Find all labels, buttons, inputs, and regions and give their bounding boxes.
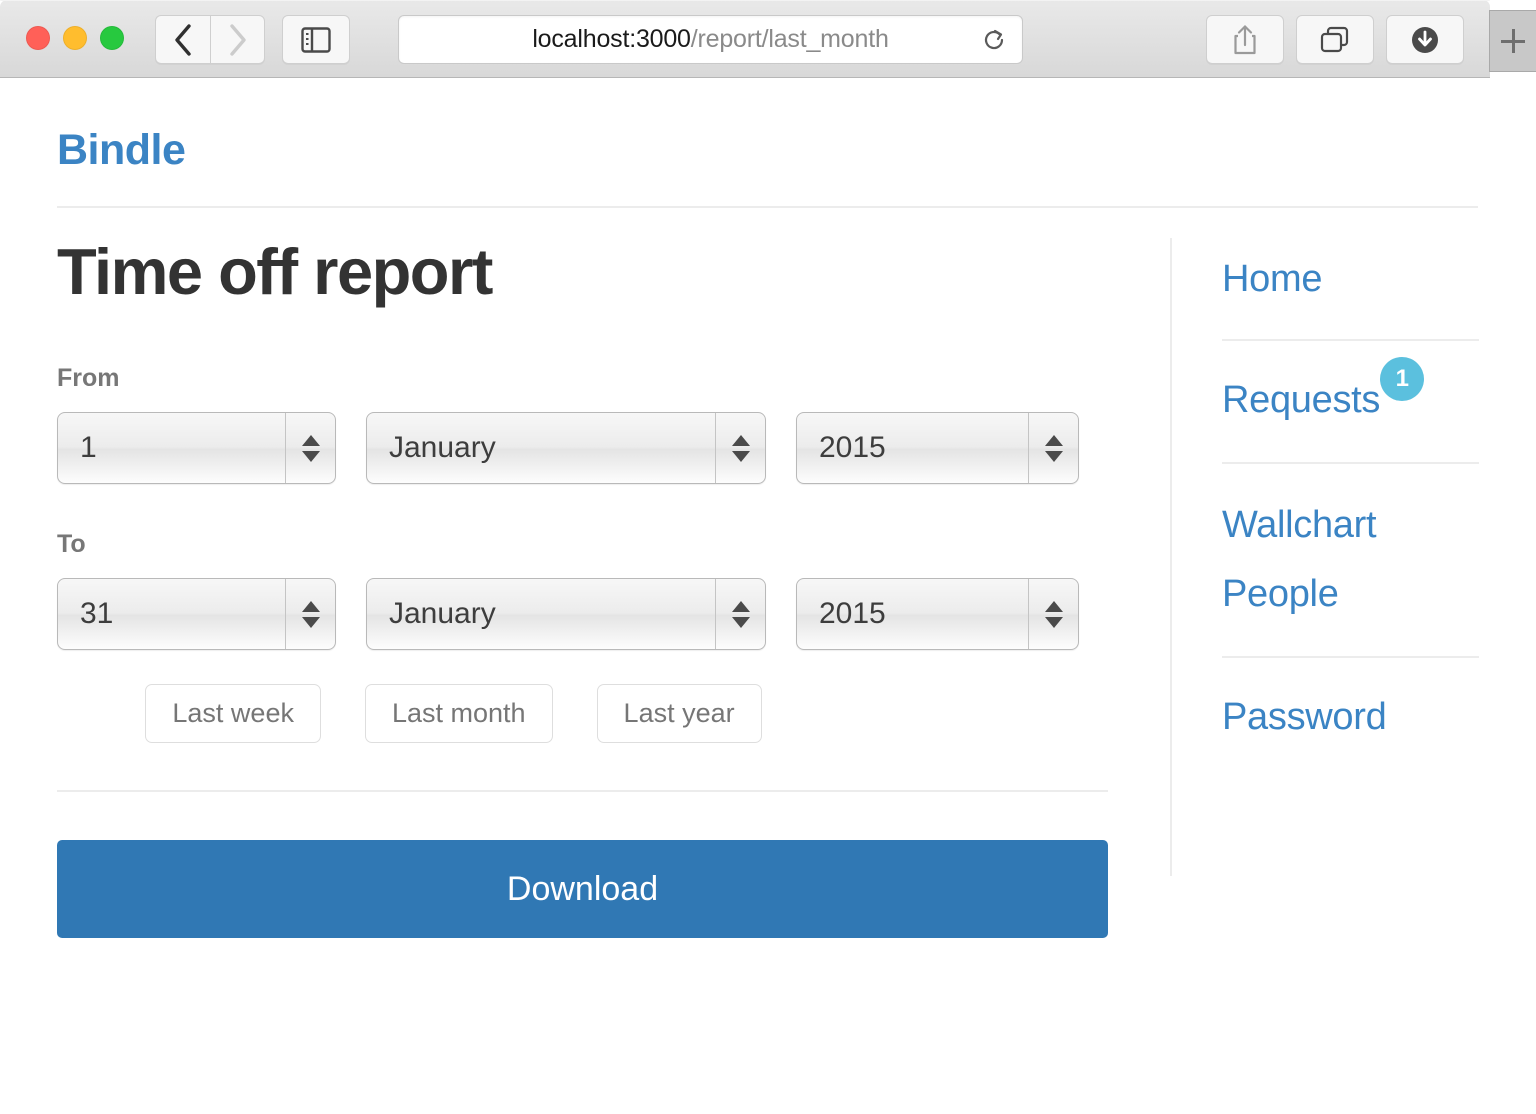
arrow-down-icon — [731, 616, 750, 628]
sidebar-item-home[interactable]: Home — [1222, 258, 1478, 301]
arrow-down-icon — [301, 450, 320, 462]
sidebar-link-requests[interactable]: Requests 1 — [1222, 357, 1425, 422]
sidebar-divider — [1222, 656, 1479, 658]
sidebar-item-requests[interactable]: Requests 1 — [1222, 357, 1478, 422]
sidebar-item-wallchart[interactable]: Wallchart — [1222, 504, 1478, 547]
from-year-select[interactable]: 2015 — [796, 412, 1079, 485]
sidebar-link-people[interactable]: People — [1222, 573, 1339, 616]
arrow-down-icon — [1044, 616, 1063, 628]
zoom-window-button[interactable] — [100, 26, 124, 50]
arrow-down-icon — [301, 616, 320, 628]
share-icon — [1234, 24, 1256, 54]
arrow-up-icon — [731, 600, 750, 612]
download-button[interactable]: Download — [57, 840, 1108, 939]
to-year-stepper[interactable] — [1028, 579, 1078, 650]
browser-toolbar: localhost:3000/report/last_month — [0, 0, 1536, 78]
sidebar-link-password[interactable]: Password — [1222, 696, 1387, 739]
from-year-value: 2015 — [819, 431, 886, 465]
toolbar-highlight — [0, 0, 1490, 1]
sidebar-divider — [1222, 462, 1479, 464]
sidebar-toggle-button[interactable] — [282, 15, 350, 64]
sidebar-nav: Home Requests 1 Wallchart People Password — [1170, 238, 1479, 876]
from-day-value: 1 — [80, 431, 97, 465]
reload-button[interactable] — [980, 26, 1008, 54]
share-button[interactable] — [1206, 15, 1284, 64]
sidebar-item-password[interactable]: Password — [1222, 696, 1478, 739]
to-label: To — [57, 530, 86, 559]
chevron-left-icon — [175, 23, 191, 56]
arrow-down-icon — [1044, 450, 1063, 462]
url-path: /report/last_month — [690, 25, 889, 53]
window-controls — [26, 26, 124, 50]
from-label: From — [57, 364, 120, 393]
tabs-icon — [1320, 26, 1349, 52]
from-month-value: January — [389, 431, 496, 465]
new-tab-button[interactable] — [1489, 10, 1536, 72]
address-bar[interactable]: localhost:3000/report/last_month — [398, 15, 1023, 64]
address-bar-text: localhost:3000/report/last_month — [532, 25, 889, 54]
close-window-button[interactable] — [26, 26, 50, 50]
requests-badge: 1 — [1380, 357, 1425, 401]
last-week-button[interactable]: Last week — [145, 684, 321, 744]
to-month-stepper[interactable] — [715, 579, 765, 650]
header-divider — [57, 206, 1478, 208]
from-day-stepper[interactable] — [285, 413, 335, 484]
arrow-up-icon — [1044, 434, 1063, 446]
last-year-button[interactable]: Last year — [596, 684, 762, 744]
arrow-up-icon — [301, 600, 320, 612]
minimize-window-button[interactable] — [63, 26, 87, 50]
plus-icon — [1501, 29, 1525, 53]
reload-icon — [984, 29, 1004, 49]
sidebar-item-people[interactable]: People — [1222, 573, 1478, 616]
to-date-row: 31 January 2015 — [57, 578, 1108, 651]
chevron-right-icon — [229, 23, 246, 56]
from-date-row: 1 January 2015 — [57, 412, 1108, 485]
from-day-select[interactable]: 1 — [57, 412, 336, 485]
sidebar-link-home[interactable]: Home — [1222, 258, 1322, 301]
to-month-select[interactable]: January — [366, 578, 766, 651]
downloads-button[interactable] — [1386, 15, 1464, 64]
sidebar-icon — [301, 26, 331, 53]
to-year-select[interactable]: 2015 — [796, 578, 1079, 651]
forward-button[interactable] — [210, 15, 265, 64]
report-form: Time off report From 1 January 2015 To 3… — [57, 235, 1108, 939]
sidebar-divider — [1222, 339, 1479, 341]
form-divider — [57, 790, 1108, 793]
sidebar-link-wallchart[interactable]: Wallchart — [1222, 504, 1377, 547]
download-icon — [1412, 26, 1438, 53]
arrow-up-icon — [1044, 600, 1063, 612]
page-title: Time off report — [57, 235, 493, 308]
arrow-up-icon — [731, 434, 750, 446]
browser-window: localhost:3000/report/last_month Bindle … — [0, 0, 1536, 1114]
from-month-select[interactable]: January — [366, 412, 766, 485]
from-year-stepper[interactable] — [1028, 413, 1078, 484]
to-day-stepper[interactable] — [285, 579, 335, 650]
page-content: Bindle Time off report From 1 January 20… — [0, 78, 1490, 1114]
to-year-value: 2015 — [819, 597, 886, 631]
url-host: localhost:3000 — [532, 25, 691, 53]
to-month-value: January — [389, 597, 496, 631]
tab-overview-button[interactable] — [1296, 15, 1374, 64]
to-day-select[interactable]: 31 — [57, 578, 336, 651]
to-day-value: 31 — [80, 597, 114, 631]
sidebar-link-requests-label: Requests — [1222, 379, 1381, 421]
from-month-stepper[interactable] — [715, 413, 765, 484]
last-month-button[interactable]: Last month — [364, 684, 553, 744]
back-button[interactable] — [155, 15, 210, 64]
quick-range-buttons: Last week Last month Last year — [57, 684, 1108, 744]
brand-link[interactable]: Bindle — [57, 126, 186, 175]
arrow-up-icon — [301, 434, 320, 446]
arrow-down-icon — [731, 450, 750, 462]
